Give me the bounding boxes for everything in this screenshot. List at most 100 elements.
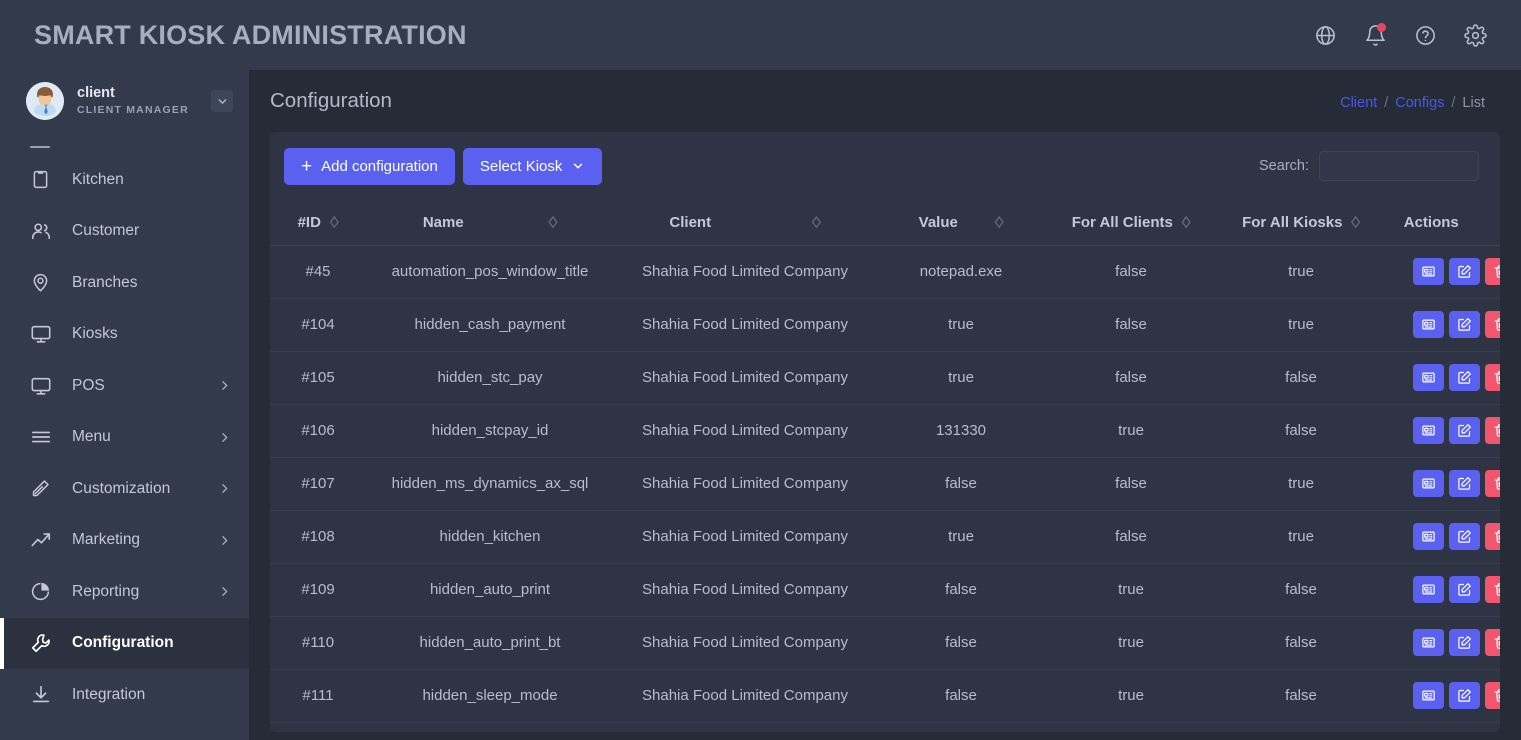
view-details-button[interactable] xyxy=(1412,258,1444,285)
view-details-button[interactable] xyxy=(1412,629,1444,656)
edit-button[interactable] xyxy=(1448,470,1480,497)
cell-name: hidden_cash_payment xyxy=(366,298,614,352)
sidebar-item-branches[interactable]: Branches xyxy=(0,257,249,309)
sidebar-item-reporting[interactable]: Reporting xyxy=(0,566,249,618)
view-details-button[interactable] xyxy=(1412,311,1444,338)
cell-id: #107 xyxy=(270,457,366,511)
user-profile[interactable]: client CLIENT MANAGER xyxy=(0,70,249,132)
cell-id: #111 xyxy=(270,669,366,723)
cell-fac: false xyxy=(1046,351,1216,405)
cell-actions xyxy=(1386,457,1500,511)
select-kiosk-dropdown[interactable]: Select Kiosk xyxy=(462,147,603,185)
sidebar-item-customization[interactable]: Customization xyxy=(0,463,249,515)
delete-button[interactable] xyxy=(1484,523,1500,550)
table-row: #109 hidden_auto_print Shahia Food Limited… xyxy=(270,563,1500,617)
trend-up-icon xyxy=(30,529,56,551)
page-header: Configuration Client / Configs / List xyxy=(249,70,1521,132)
view-details-button[interactable] xyxy=(1412,682,1444,709)
sidebar-item-label: Customization xyxy=(72,479,171,497)
sidebar-item-marketing[interactable]: Marketing xyxy=(0,515,249,567)
article-icon xyxy=(1421,529,1436,544)
article-icon xyxy=(1421,264,1436,279)
select-kiosk-label: Select Kiosk xyxy=(479,157,563,175)
trash-icon xyxy=(1493,529,1500,544)
sidebar-item-integration[interactable]: Integration xyxy=(0,669,249,721)
view-details-button[interactable] xyxy=(1412,364,1444,391)
column-label: Actions xyxy=(1403,213,1459,231)
row-action-group xyxy=(1386,364,1500,391)
wrench-icon xyxy=(30,632,56,654)
view-details-button[interactable] xyxy=(1412,417,1444,444)
sidebar-item-pos[interactable]: POS xyxy=(0,360,249,412)
edit-square-icon xyxy=(1457,688,1472,703)
cell-id: #110 xyxy=(270,616,366,670)
column-header-client[interactable]: Client ◇ xyxy=(614,200,876,246)
column-header-id[interactable]: #ID ◇ xyxy=(270,200,366,246)
edit-button[interactable] xyxy=(1448,417,1480,444)
cell-client: Shahia Food Limited Company xyxy=(614,298,876,352)
edit-button[interactable] xyxy=(1448,629,1480,656)
edit-button[interactable] xyxy=(1448,258,1480,285)
column-header-actions[interactable]: Actions ◇ xyxy=(1386,200,1500,246)
add-configuration-button[interactable]: + Add configuration xyxy=(284,147,455,185)
delete-button[interactable] xyxy=(1484,576,1500,603)
column-label: For All Clients xyxy=(1071,213,1173,231)
row-action-group xyxy=(1386,629,1500,656)
table-header-row: #ID ◇ Name ◇ Client ◇ Value ◇ For All Cl… xyxy=(270,200,1500,246)
sidebar-nav-list: Kitchen Customer Branches Kiosks POS Menu Cust… xyxy=(0,154,249,721)
sidebar-item-kitchen[interactable]: Kitchen xyxy=(0,154,249,206)
cell-value: 131330 xyxy=(876,404,1046,458)
sidebar-item-label: Kitchen xyxy=(72,170,124,188)
cell-fak: true xyxy=(1216,510,1386,564)
table-row: #104 hidden_cash_payment Shahia Food Limit… xyxy=(270,298,1500,352)
cell-id: #45 xyxy=(270,245,366,299)
view-details-button[interactable] xyxy=(1412,576,1444,603)
delete-button[interactable] xyxy=(1484,417,1500,444)
view-details-button[interactable] xyxy=(1412,470,1444,497)
add-configuration-label: Add configuration xyxy=(321,157,438,175)
delete-button[interactable] xyxy=(1484,629,1500,656)
cell-name: hidden_stcpay_id xyxy=(366,404,614,458)
breadcrumb-item-configs[interactable]: Configs xyxy=(1395,95,1444,111)
delete-button[interactable] xyxy=(1484,258,1500,285)
edit-button[interactable] xyxy=(1448,311,1480,338)
column-header-name[interactable]: Name ◇ xyxy=(366,200,614,246)
edit-button[interactable] xyxy=(1448,682,1480,709)
pencil-icon xyxy=(30,478,56,499)
delete-button[interactable] xyxy=(1484,364,1500,391)
cell-fak: true xyxy=(1216,298,1386,352)
sidebar-item-customer[interactable]: Customer xyxy=(0,206,249,258)
chevron-down-icon[interactable] xyxy=(211,90,233,112)
delete-button[interactable] xyxy=(1484,470,1500,497)
column-header-for-all-clients[interactable]: For All Clients ◇ xyxy=(1046,200,1216,246)
sidebar-item-configuration[interactable]: Configuration xyxy=(0,617,249,669)
gear-icon[interactable] xyxy=(1463,23,1487,47)
cell-value: false xyxy=(876,563,1046,617)
breadcrumb-item-client[interactable]: Client xyxy=(1340,95,1377,111)
delete-button[interactable] xyxy=(1484,311,1500,338)
help-circle-icon[interactable] xyxy=(1413,23,1437,47)
edit-button[interactable] xyxy=(1448,523,1480,550)
cell-fac: false xyxy=(1046,245,1216,299)
cell-value: true xyxy=(876,510,1046,564)
sidebar-item-menu[interactable]: Menu xyxy=(0,412,249,464)
sidebar-item-kiosks[interactable]: Kiosks xyxy=(0,309,249,361)
view-details-button[interactable] xyxy=(1412,523,1444,550)
sidebar-item-label: Marketing xyxy=(72,531,141,549)
article-icon xyxy=(1421,423,1436,438)
globe-icon[interactable] xyxy=(1313,23,1337,47)
search-input[interactable] xyxy=(1319,151,1479,181)
column-header-value[interactable]: Value ◇ xyxy=(876,200,1046,246)
bell-icon[interactable] xyxy=(1363,23,1387,47)
cell-id: #106 xyxy=(270,404,366,458)
cell-actions xyxy=(1386,616,1500,670)
edit-button[interactable] xyxy=(1448,364,1480,391)
header-icon-group xyxy=(1313,23,1487,47)
table-row: #111 hidden_sleep_mode Shahia Food Limited… xyxy=(270,669,1500,723)
delete-button[interactable] xyxy=(1484,682,1500,709)
sidebar-item-label: Integration xyxy=(72,685,146,703)
column-header-for-all-kiosks[interactable]: For All Kiosks ◇ xyxy=(1216,200,1386,246)
edit-button[interactable] xyxy=(1448,576,1480,603)
cell-fac: true xyxy=(1046,616,1216,670)
plus-icon: + xyxy=(301,155,313,177)
